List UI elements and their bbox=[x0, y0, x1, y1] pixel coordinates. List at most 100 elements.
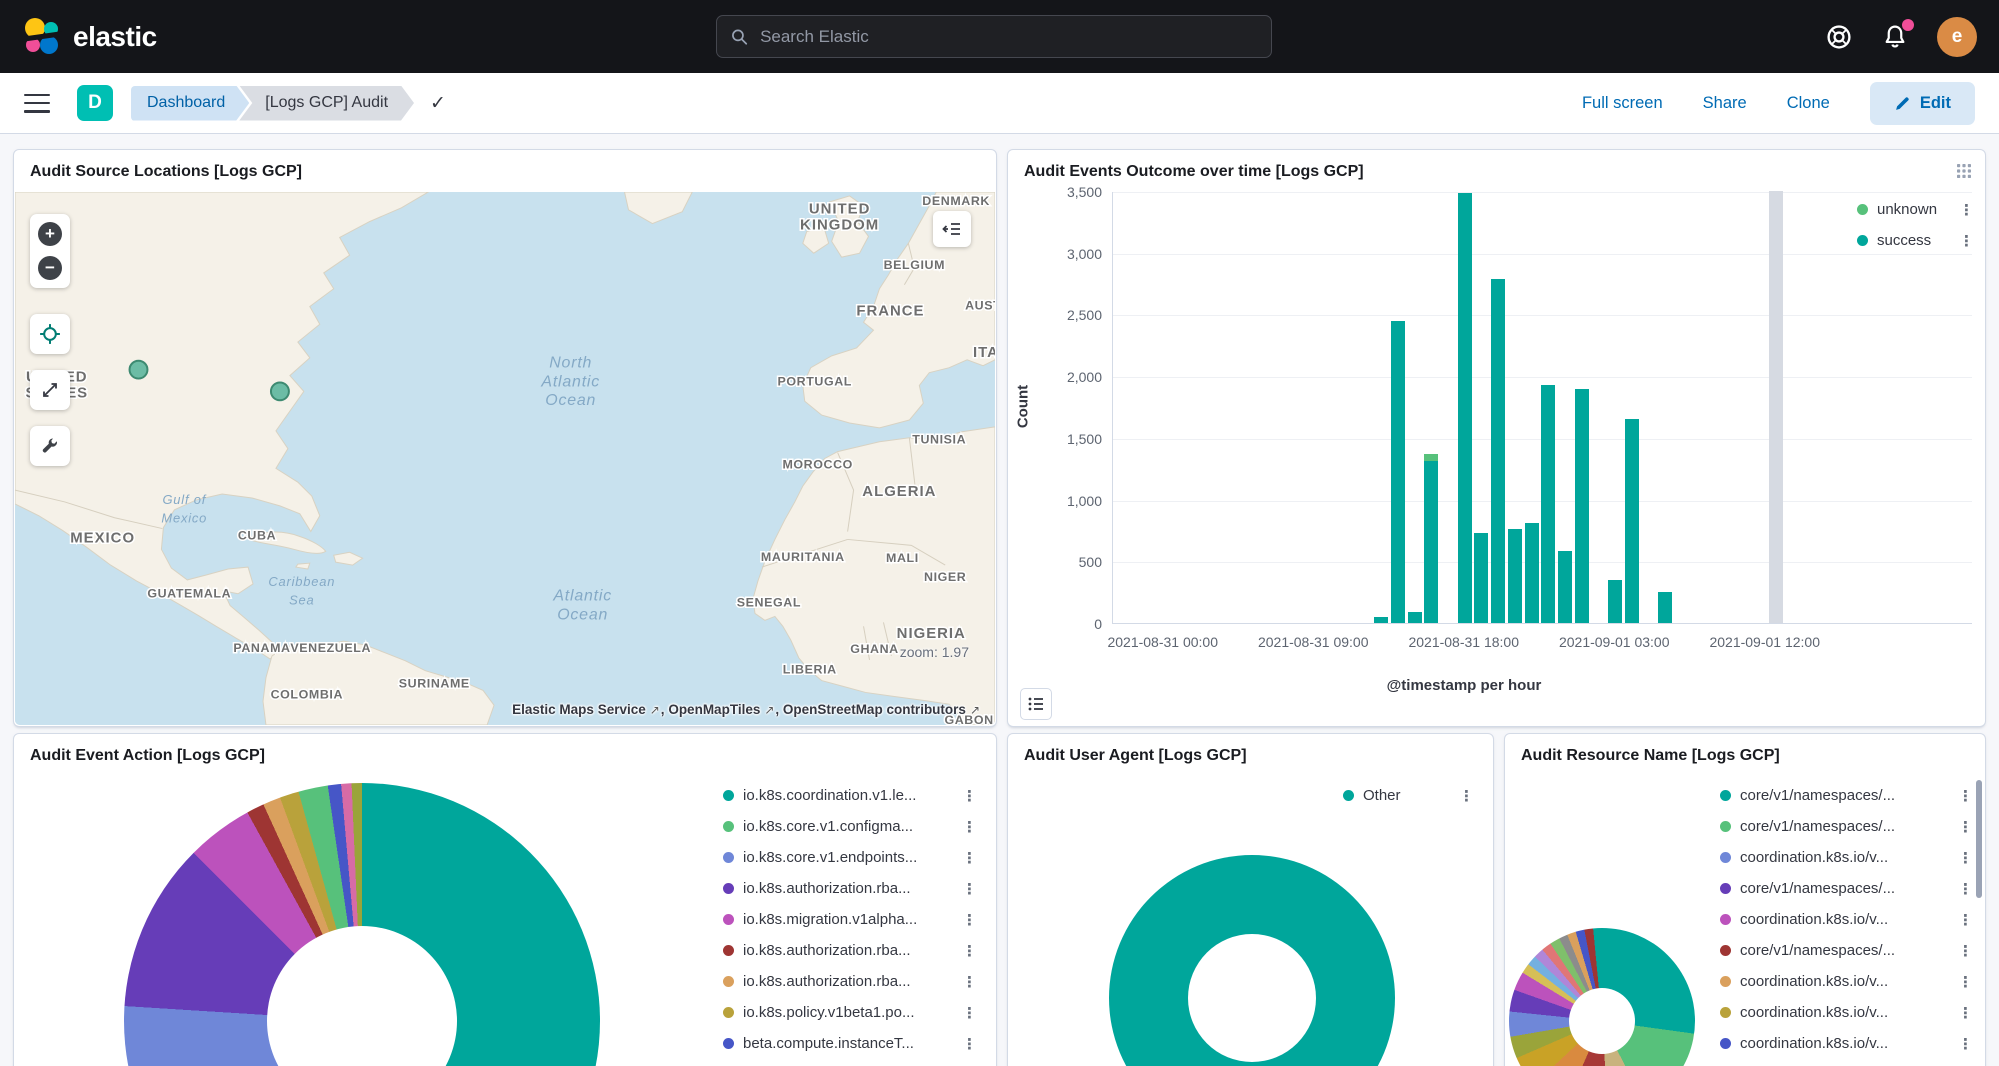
legend-item[interactable]: coordination.k8s.io/v...⋮ bbox=[1720, 904, 1976, 935]
share-button[interactable]: Share bbox=[1703, 94, 1747, 113]
bar-success[interactable] bbox=[1508, 529, 1522, 623]
check-icon[interactable]: ✓ bbox=[430, 92, 446, 115]
legend-item[interactable]: coordination.k8s.io/v...⋮ bbox=[1720, 997, 1976, 1028]
legend-scrollbar[interactable] bbox=[1976, 780, 1982, 898]
legend-options-icon[interactable]: ⋮ bbox=[1955, 849, 1976, 867]
edit-button[interactable]: Edit bbox=[1870, 82, 1975, 125]
legend-item[interactable]: io.k8s.policy.v1beta1.po...⋮ bbox=[723, 997, 980, 1028]
panel-title[interactable]: Audit Events Outcome over time [Logs GCP… bbox=[1008, 150, 1985, 187]
attribution-link[interactable]: OpenMapTiles bbox=[668, 702, 760, 717]
user-avatar[interactable]: e bbox=[1937, 17, 1977, 57]
legend-item[interactable]: io.k8s.authorization.rba...⋮ bbox=[723, 873, 980, 904]
legend-item[interactable]: io.k8s.core.v1.configma...⋮ bbox=[723, 811, 980, 842]
legend-options-icon[interactable]: ⋮ bbox=[1456, 787, 1477, 805]
bar-success[interactable] bbox=[1625, 419, 1639, 623]
bar-success[interactable] bbox=[1408, 612, 1422, 623]
legend-options-icon[interactable]: ⋮ bbox=[959, 911, 980, 929]
legend-item[interactable]: coordination.k8s.io/v...⋮ bbox=[1720, 842, 1976, 873]
full-screen-button[interactable]: Full screen bbox=[1582, 94, 1663, 113]
legend-item[interactable]: core/v1/namespaces/...⋮ bbox=[1720, 811, 1976, 842]
bar-success[interactable] bbox=[1374, 617, 1388, 623]
panel-options-icon[interactable] bbox=[1953, 160, 1975, 182]
elastic-home-link[interactable]: elastic bbox=[22, 0, 157, 73]
legend-item[interactable]: coordination.k8s.io/...⋮ bbox=[1720, 1059, 1976, 1066]
map-marker[interactable] bbox=[271, 382, 289, 400]
bar-unknown[interactable] bbox=[1424, 454, 1438, 461]
legend-options-icon[interactable]: ⋮ bbox=[959, 818, 980, 836]
legend-item[interactable]: coordination.k8s.io/v...⋮ bbox=[1720, 966, 1976, 997]
bar-success[interactable] bbox=[1525, 523, 1539, 623]
donut-chart[interactable] bbox=[124, 783, 600, 1066]
breadcrumb-dashboard[interactable]: Dashboard bbox=[131, 86, 249, 121]
legend-options-icon[interactable]: ⋮ bbox=[959, 1035, 980, 1053]
legend-item[interactable]: success⋮ bbox=[1857, 225, 1977, 256]
attribution-link[interactable]: OpenStreetMap contributors bbox=[783, 702, 966, 717]
bar-success[interactable] bbox=[1491, 279, 1505, 623]
legend-item[interactable]: coordination.k8s.io/v...⋮ bbox=[1720, 1028, 1976, 1059]
fit-to-data-button[interactable] bbox=[30, 314, 70, 354]
legend-options-icon[interactable]: ⋮ bbox=[959, 1004, 980, 1022]
panel-title[interactable]: Audit Event Action [Logs GCP] bbox=[14, 734, 996, 771]
legend-item[interactable]: Other⋮ bbox=[1343, 780, 1477, 811]
clone-button[interactable]: Clone bbox=[1787, 94, 1830, 113]
legend-item[interactable]: core/v1/namespaces/...⋮ bbox=[1720, 780, 1976, 811]
bar-success[interactable] bbox=[1458, 193, 1472, 623]
global-search[interactable] bbox=[716, 15, 1272, 58]
bar-success[interactable] bbox=[1608, 580, 1622, 623]
legend-options-icon[interactable]: ⋮ bbox=[1956, 201, 1977, 219]
legend-item[interactable]: io.k8s.migration.v1alpha...⋮ bbox=[723, 904, 980, 935]
search-input[interactable] bbox=[758, 26, 1257, 48]
legend-item[interactable]: core/v1/namespaces/...⋮ bbox=[1720, 935, 1976, 966]
bar-success[interactable] bbox=[1541, 385, 1555, 623]
notifications-button[interactable] bbox=[1881, 23, 1909, 51]
legend-options-icon[interactable]: ⋮ bbox=[1955, 942, 1976, 960]
legend-item[interactable]: io.k8s.authorization.rba...⋮ bbox=[723, 935, 980, 966]
legend-options-icon[interactable]: ⋮ bbox=[1955, 818, 1976, 836]
legend-item[interactable]: io.k8s.coordination.v1.le...⋮ bbox=[723, 780, 980, 811]
legend-item[interactable]: beta.compute.instanceT...⋮ bbox=[723, 1028, 980, 1059]
legend-item[interactable]: google.iam...⋮ bbox=[723, 1059, 980, 1066]
legend-options-icon[interactable]: ⋮ bbox=[1955, 973, 1976, 991]
map-tools-button[interactable] bbox=[30, 426, 70, 466]
panel-title[interactable]: Audit User Agent [Logs GCP] bbox=[1008, 734, 1493, 771]
legend-options-icon[interactable]: ⋮ bbox=[959, 942, 980, 960]
bar-success[interactable] bbox=[1575, 389, 1589, 624]
donut-chart[interactable] bbox=[1109, 855, 1395, 1066]
breadcrumb: Dashboard [Logs GCP] Audit ✓ bbox=[131, 86, 446, 121]
donut-chart[interactable] bbox=[1509, 928, 1695, 1066]
expand-map-button[interactable] bbox=[30, 370, 70, 410]
zoom-out-button[interactable]: − bbox=[33, 251, 67, 285]
bar-success[interactable] bbox=[1391, 321, 1405, 623]
legend-options-icon[interactable]: ⋮ bbox=[959, 973, 980, 991]
legend-item[interactable]: unknown⋮ bbox=[1857, 194, 1977, 225]
attribution-link[interactable]: Elastic Maps Service bbox=[512, 702, 646, 717]
legend-options-icon[interactable]: ⋮ bbox=[959, 787, 980, 805]
legend-options-icon[interactable]: ⋮ bbox=[1955, 1004, 1976, 1022]
legend-options-icon[interactable]: ⋮ bbox=[1956, 232, 1977, 250]
legend-item[interactable]: io.k8s.core.v1.endpoints...⋮ bbox=[723, 842, 980, 873]
panel-title[interactable]: Audit Resource Name [Logs GCP] bbox=[1505, 734, 1985, 771]
bar-success[interactable] bbox=[1424, 461, 1438, 623]
map-marker[interactable] bbox=[130, 361, 148, 379]
legend-options-icon[interactable]: ⋮ bbox=[959, 849, 980, 867]
panel-title[interactable]: Audit Source Locations [Logs GCP] bbox=[14, 150, 996, 187]
bar-success[interactable] bbox=[1474, 533, 1488, 623]
legend-options-icon[interactable]: ⋮ bbox=[1955, 1035, 1976, 1053]
legend-options-icon[interactable]: ⋮ bbox=[959, 880, 980, 898]
y-tick-label: 500 bbox=[1079, 554, 1102, 570]
zoom-in-button[interactable]: + bbox=[33, 217, 67, 251]
legend-options-icon[interactable]: ⋮ bbox=[1955, 787, 1976, 805]
map[interactable]: UNITEDKINGDOMDENMARKBELGIUMFRANCEAUSTRIT… bbox=[15, 192, 995, 725]
legend-options-icon[interactable]: ⋮ bbox=[1955, 911, 1976, 929]
dashboard-app-badge[interactable]: D bbox=[77, 85, 113, 121]
legend-options-icon[interactable]: ⋮ bbox=[1955, 880, 1976, 898]
map-legend-collapse-button[interactable] bbox=[933, 211, 971, 247]
legend-item[interactable]: io.k8s.authorization.rba...⋮ bbox=[723, 966, 980, 997]
elastic-logo-icon bbox=[22, 17, 62, 57]
legend-item[interactable]: core/v1/namespaces/...⋮ bbox=[1720, 873, 1976, 904]
help-button[interactable] bbox=[1825, 23, 1853, 51]
menu-button[interactable] bbox=[24, 94, 50, 113]
bar-success[interactable] bbox=[1558, 551, 1572, 623]
bar-success[interactable] bbox=[1658, 592, 1672, 623]
legend-toggle-button[interactable] bbox=[1020, 688, 1052, 720]
